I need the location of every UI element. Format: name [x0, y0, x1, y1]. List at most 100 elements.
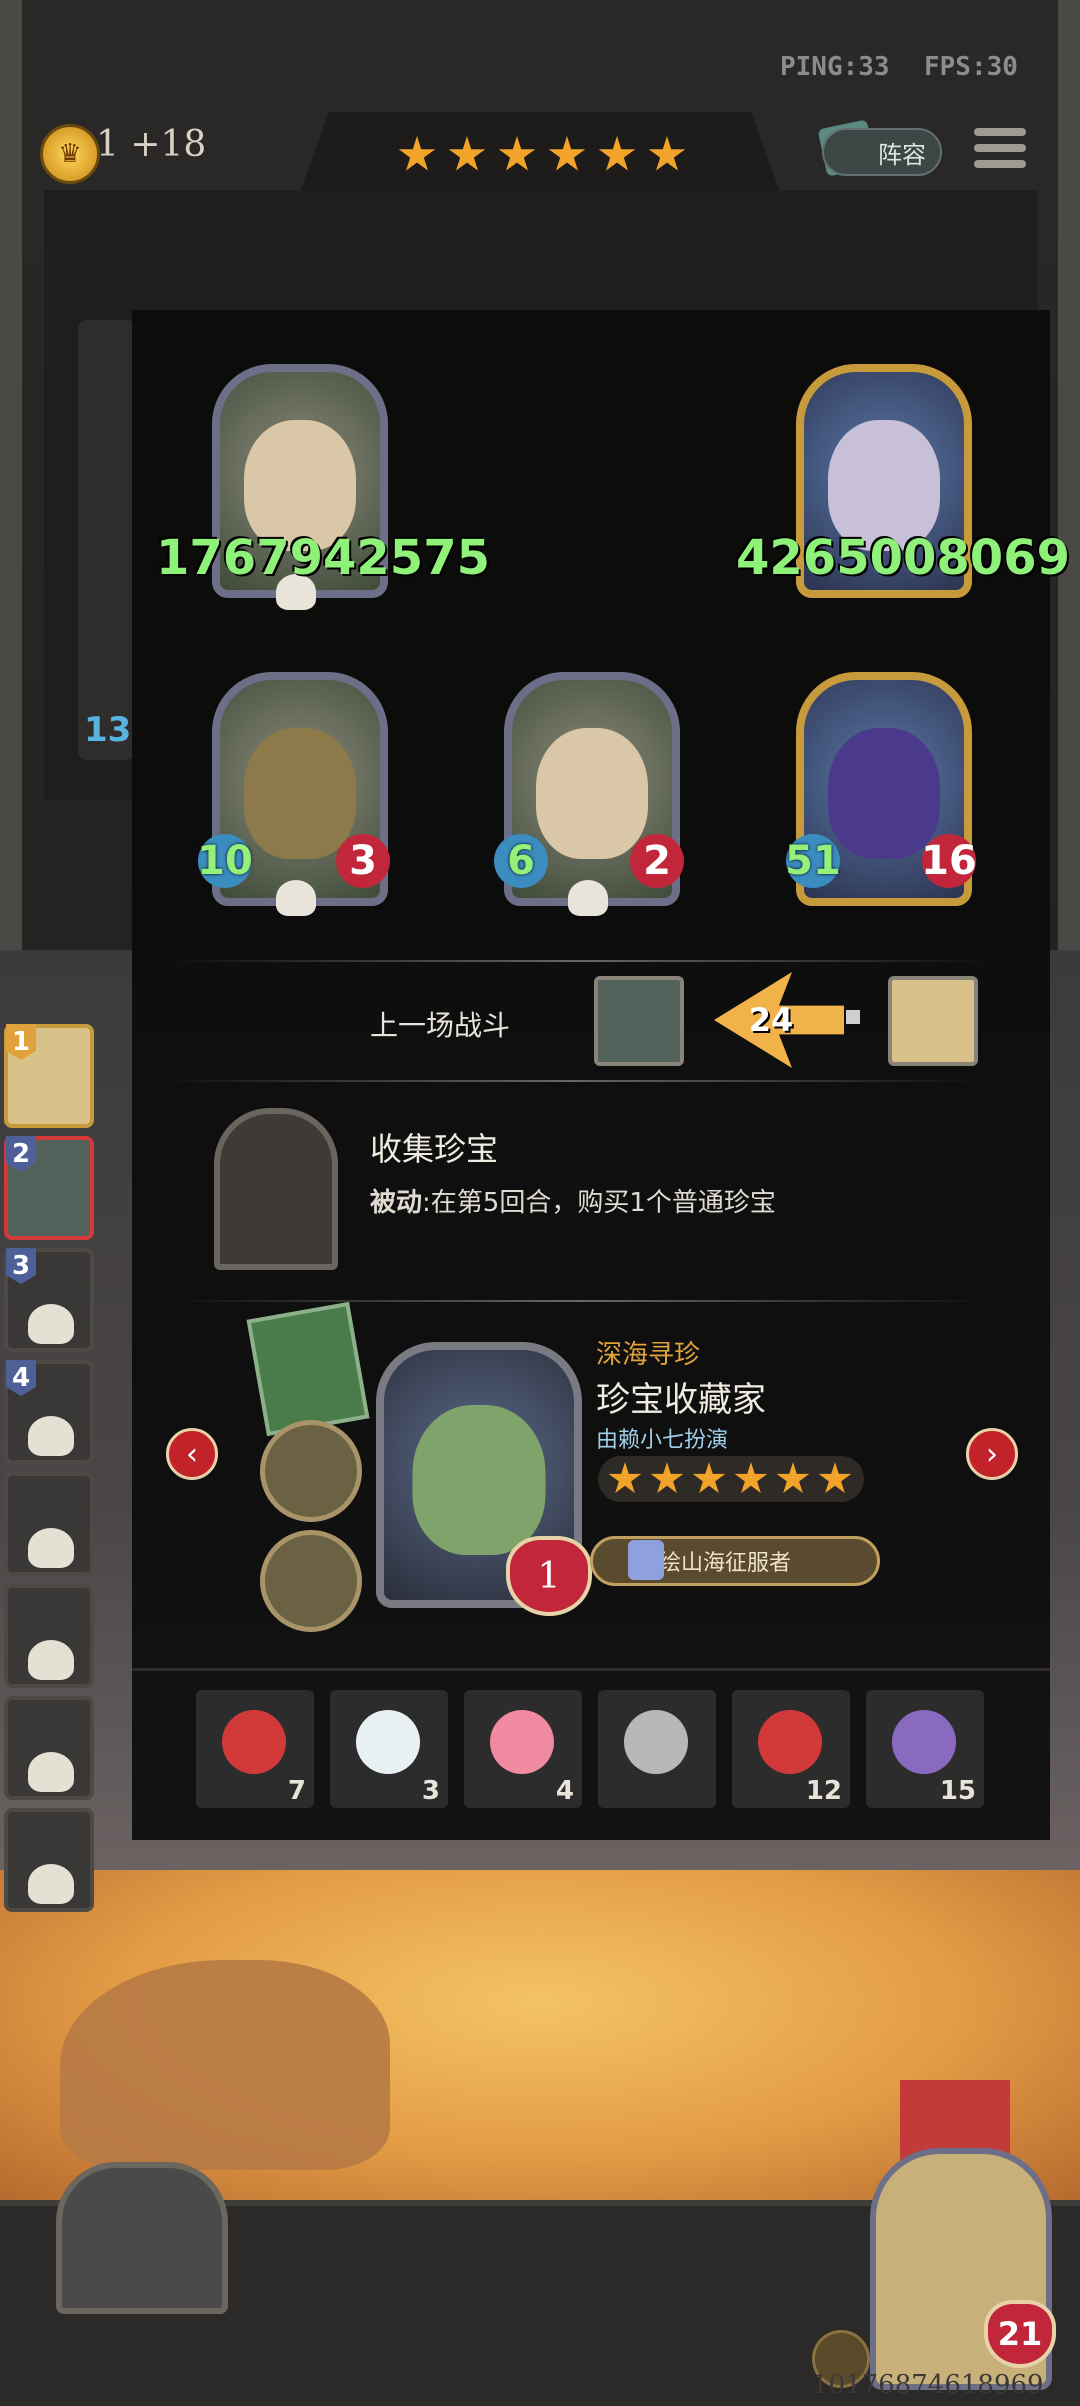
items-row: 7 3 4 12 15 — [196, 1690, 984, 1808]
rank-badge: 1 — [6, 1024, 36, 1060]
fps-readout: FPS:30 — [924, 52, 1018, 82]
robot-face-image — [244, 727, 356, 859]
coin-count: 1 +18 — [96, 124, 207, 165]
star-icon — [498, 136, 536, 171]
ability-text: :在第5回合，购买1个普通珍宝 — [422, 1188, 776, 1218]
star-icon — [818, 1462, 852, 1493]
robot-health: 3 — [336, 834, 390, 888]
clown-icon — [758, 1710, 822, 1774]
item-count: 15 — [939, 1776, 976, 1806]
rocking-horse-image — [60, 1960, 390, 2170]
star-icon — [648, 136, 686, 171]
sword-icon — [846, 1010, 860, 1024]
lineup-label: 阵容 — [878, 140, 926, 169]
item-count: 3 — [421, 1776, 440, 1806]
skull-icon — [28, 1416, 74, 1456]
skull-icon — [28, 1640, 74, 1680]
dragon-health: 16 — [921, 834, 977, 888]
hero-subtitle: 深海寻珍 — [596, 1340, 701, 1370]
item-slot[interactable] — [598, 1690, 716, 1808]
player-star-rating — [398, 136, 686, 174]
star-icon — [448, 136, 486, 171]
divider — [160, 1080, 980, 1082]
damage-value: 24 — [748, 1001, 794, 1039]
cupcake-icon — [490, 1710, 554, 1774]
rank-badge: 2 — [6, 1136, 36, 1172]
ranking-player-card[interactable]: 2 — [4, 1136, 94, 1240]
item-count: 7 — [287, 1776, 306, 1806]
menu-icon[interactable] — [974, 128, 1026, 174]
star-icon — [776, 1462, 810, 1493]
ping-readout: PING:33 — [780, 52, 890, 82]
right-pillar — [1058, 0, 1080, 950]
self-avatar — [594, 976, 684, 1066]
hero-star-rating — [598, 1456, 864, 1502]
skull-icon — [28, 1528, 74, 1568]
skull-icon — [568, 880, 608, 916]
item-count: 12 — [805, 1776, 842, 1806]
item-slot[interactable]: 7 — [196, 1690, 314, 1808]
coin-icon: ♛ — [40, 124, 100, 184]
player-id: 10176874618969 — [812, 2370, 1044, 2400]
ranking-player-card[interactable] — [4, 1584, 94, 1688]
divider — [170, 1300, 990, 1302]
wizard-big-number: 4265008069 — [736, 530, 1070, 586]
star-icon — [650, 1462, 684, 1493]
side-card-number: 13 — [84, 710, 132, 750]
left-pillar — [0, 0, 22, 950]
side-card — [78, 320, 134, 760]
hero-level: 1 — [506, 1536, 592, 1616]
hero-voice: 由赖小七扮演 — [596, 1428, 729, 1453]
star-icon — [548, 136, 586, 171]
item-slot[interactable]: 12 — [732, 1690, 850, 1808]
item-slot[interactable]: 4 — [464, 1690, 582, 1808]
pirate-attack: 6 — [494, 834, 548, 888]
pirate-health: 2 — [630, 834, 684, 888]
prev-hero-button[interactable]: ‹ — [166, 1428, 218, 1480]
relic-slot-1[interactable] — [260, 1420, 362, 1522]
ranking-player-card[interactable] — [4, 1808, 94, 1912]
opponent-avatar — [888, 976, 978, 1066]
skull-icon — [276, 880, 316, 916]
player-ranking-list: 1 2 3 4 — [4, 1024, 94, 1912]
relic-slot-2[interactable] — [260, 1530, 362, 1632]
star-icon — [734, 1462, 768, 1493]
star-icon — [692, 1462, 726, 1493]
lineup-button[interactable]: 阵容 — [822, 128, 942, 176]
next-hero-button[interactable]: › — [966, 1428, 1018, 1480]
ranking-player-card[interactable]: 1 — [4, 1024, 94, 1128]
ability-type: 被动 — [370, 1188, 423, 1218]
star-icon — [608, 1462, 642, 1493]
skull-icon — [28, 1304, 74, 1344]
treasure-window-icon — [214, 1108, 338, 1270]
rank-badge: 3 — [6, 1248, 36, 1284]
dragon-attack: 51 — [785, 834, 841, 888]
goblin-collector-image — [412, 1405, 546, 1555]
ability-description: 被动:在第5回合，购买1个普通珍宝 — [370, 1182, 776, 1219]
skull-icon — [28, 1864, 74, 1904]
pirate-face-image — [536, 727, 648, 859]
fish-head-icon — [624, 1710, 688, 1774]
rank-badge: 4 — [6, 1360, 36, 1396]
item-slot[interactable]: 3 — [330, 1690, 448, 1808]
ranking-player-card[interactable]: 3 — [4, 1248, 94, 1352]
alarm-clock-icon — [222, 1710, 286, 1774]
pirate-big-number: 1767942575 — [156, 530, 490, 586]
star-icon — [398, 136, 436, 171]
book-icon[interactable] — [246, 1301, 370, 1437]
teacup-icon — [356, 1710, 420, 1774]
item-slot[interactable]: 15 — [866, 1690, 984, 1808]
ranking-player-card[interactable] — [4, 1472, 94, 1576]
skull-icon — [28, 1752, 74, 1792]
robot-attack: 10 — [197, 834, 253, 888]
ranking-player-card[interactable] — [4, 1696, 94, 1800]
gem-icon — [628, 1540, 664, 1580]
divider — [170, 960, 990, 962]
ability-title: 收集珍宝 — [370, 1130, 499, 1168]
item-count: 4 — [555, 1776, 574, 1806]
ranking-player-card[interactable]: 4 — [4, 1360, 94, 1464]
shield-mirror-icon — [892, 1710, 956, 1774]
hero-name: 珍宝收藏家 — [596, 1380, 766, 1420]
shop-keeper-portrait[interactable] — [56, 2162, 228, 2314]
last-battle-label: 上一场战斗 — [370, 1009, 511, 1042]
